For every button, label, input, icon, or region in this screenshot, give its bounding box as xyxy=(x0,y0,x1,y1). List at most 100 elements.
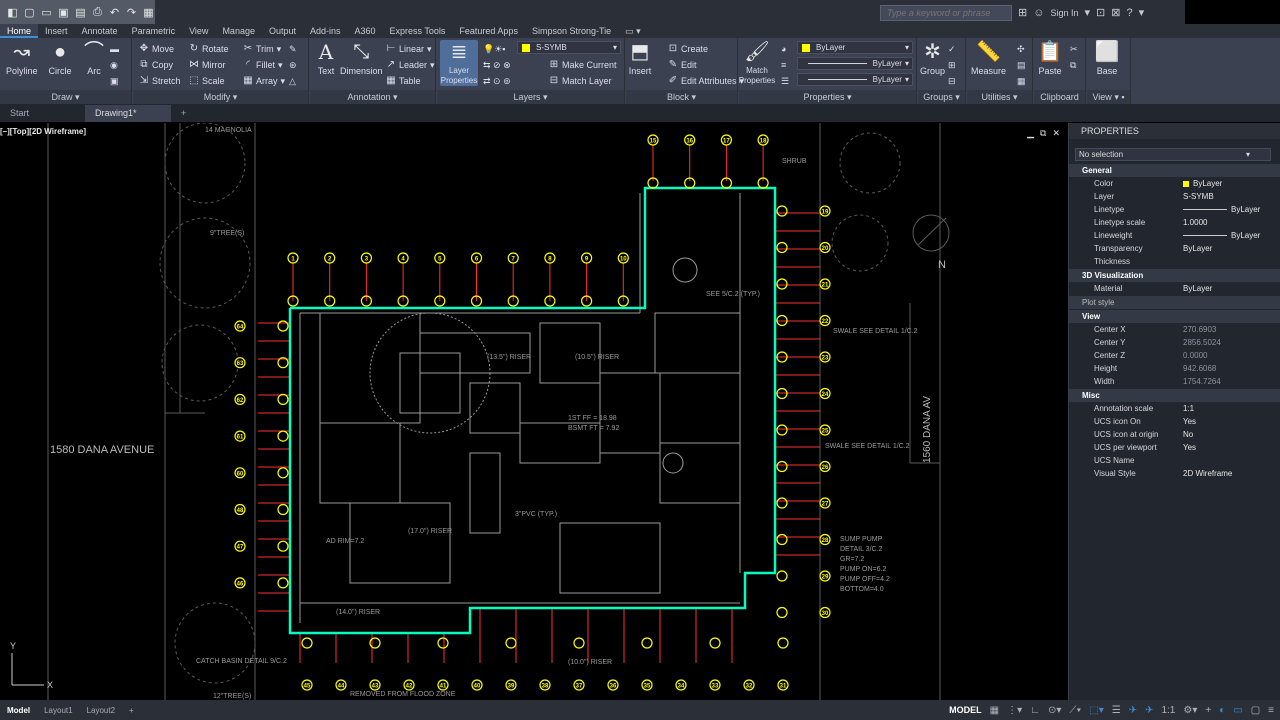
property-row[interactable]: Linetype ByLayer xyxy=(1069,203,1280,216)
isodraft-icon[interactable]: ⟋▾ xyxy=(1069,705,1081,716)
tab-layout2[interactable]: Layout2 xyxy=(80,706,122,715)
chevron-down-icon[interactable]: ▾ xyxy=(1084,6,1090,19)
match-layer-button[interactable]: ⊟ Match Layer xyxy=(549,74,612,88)
view-category[interactable]: View xyxy=(1069,310,1280,323)
annotation-visibility-icon[interactable]: ✈ xyxy=(1145,705,1153,716)
property-row[interactable]: Center Z 0.0000 xyxy=(1069,349,1280,362)
offset-icon[interactable]: △ xyxy=(289,74,296,88)
property-value[interactable]: ByLayer xyxy=(1183,242,1280,255)
property-value[interactable] xyxy=(1183,255,1280,268)
scale-label[interactable]: 1:1 xyxy=(1161,705,1175,716)
edit-block-button[interactable]: ✎ Edit xyxy=(668,58,697,72)
lineweight-toggle-icon[interactable]: ☰ xyxy=(1112,705,1121,716)
modify-panel-title[interactable]: Modify ▾ xyxy=(133,90,308,104)
property-row[interactable]: UCS per viewport Yes xyxy=(1069,441,1280,454)
circle-button[interactable]: ● Circle xyxy=(48,40,72,76)
calculator-icon[interactable]: ▦ xyxy=(1017,74,1026,88)
share-icon[interactable]: ▦ xyxy=(142,5,155,19)
linear-button[interactable]: ⊢ Linear ▾ xyxy=(386,42,432,56)
color-dropdown[interactable]: ByLayer ▾ xyxy=(797,41,913,54)
polar-icon[interactable]: ⊙▾ xyxy=(1048,705,1061,716)
close-icon[interactable]: ✕ xyxy=(1052,128,1060,139)
property-row[interactable]: Transparency ByLayer xyxy=(1069,242,1280,255)
property-value[interactable]: ByLayer xyxy=(1183,203,1280,216)
make-current-button[interactable]: ⊞ Make Current xyxy=(549,58,617,72)
clipboard-panel-title[interactable]: Clipboard xyxy=(1034,90,1085,104)
property-row[interactable]: Material ByLayer xyxy=(1069,282,1280,295)
saveas-icon[interactable]: ▤ xyxy=(74,5,87,19)
tab-drawing1[interactable]: Drawing1* xyxy=(85,105,172,122)
array-button[interactable]: ▦ Array ▾ xyxy=(243,74,285,88)
user-icon[interactable]: ☺ xyxy=(1033,7,1044,19)
ribbon-toggle-icon[interactable]: ▭ ▾ xyxy=(618,24,648,38)
isolate-icon[interactable]: ◐ xyxy=(1219,705,1225,716)
property-value[interactable]: ByLayer xyxy=(1183,282,1280,295)
hatch-icon[interactable]: ◉ xyxy=(110,58,118,72)
customize-icon[interactable]: ≡ xyxy=(1268,705,1274,716)
ortho-icon[interactable]: ∟ xyxy=(1030,705,1040,716)
property-row[interactable]: UCS Name xyxy=(1069,454,1280,467)
paste-button[interactable]: 📋 Paste xyxy=(1038,40,1063,76)
property-row[interactable]: Thickness xyxy=(1069,255,1280,268)
property-row[interactable]: UCS icon at origin No xyxy=(1069,428,1280,441)
property-row[interactable]: Height 942.6068 xyxy=(1069,362,1280,375)
property-value[interactable]: S-SYMB xyxy=(1183,190,1280,203)
tab-parametric[interactable]: Parametric xyxy=(125,24,183,38)
stretch-button[interactable]: ⇲ Stretch xyxy=(139,74,181,88)
move-button[interactable]: ✥ Move xyxy=(139,42,174,56)
property-value[interactable]: 2856.5024 xyxy=(1183,336,1280,349)
scale-button[interactable]: ⬚ Scale xyxy=(189,74,224,88)
misc-category[interactable]: Misc xyxy=(1069,389,1280,402)
measure-button[interactable]: 📏 Measure xyxy=(971,40,1006,76)
property-row[interactable]: Lineweight ByLayer xyxy=(1069,229,1280,242)
property-value[interactable] xyxy=(1183,454,1280,467)
model-space-button[interactable]: MODEL xyxy=(949,705,982,715)
chevron-down-icon[interactable]: ▾ xyxy=(1139,6,1145,19)
snap-icon[interactable]: ⋮▾ xyxy=(1007,705,1022,716)
polyline-button[interactable]: ↝ Polyline xyxy=(6,40,38,76)
property-row[interactable]: UCS icon On Yes xyxy=(1069,415,1280,428)
block-panel-title[interactable]: Block ▾ xyxy=(626,90,737,104)
tab-manage[interactable]: Manage xyxy=(215,24,262,38)
id-point-icon[interactable]: ✣ xyxy=(1017,42,1025,56)
add-layout-icon[interactable]: + xyxy=(122,706,141,715)
property-value[interactable]: Yes xyxy=(1183,441,1280,454)
trim-button[interactable]: ✂ Trim ▾ xyxy=(243,42,281,56)
viz-category[interactable]: 3D Visualization xyxy=(1069,269,1280,282)
undo-icon[interactable]: ↶ xyxy=(108,5,121,19)
annotation-scale-icon[interactable]: ✈ xyxy=(1129,705,1137,716)
line-tool-icon[interactable]: ▬ xyxy=(110,42,119,56)
copy-clip-icon[interactable]: ⧉ xyxy=(1070,58,1076,72)
clean-screen-icon[interactable]: ▢ xyxy=(1251,705,1260,716)
tab-home[interactable]: Home xyxy=(0,24,39,38)
tab-express-tools[interactable]: Express Tools xyxy=(383,24,453,38)
help-icon[interactable]: ? xyxy=(1126,7,1132,19)
quick-select-icon[interactable]: ▤ xyxy=(1017,58,1026,72)
selection-dropdown[interactable]: No selection ▾ xyxy=(1075,148,1271,161)
table-button[interactable]: ▦ Table xyxy=(386,74,420,88)
gear-icon[interactable]: ⚙▾ xyxy=(1183,705,1197,716)
tab-layout1[interactable]: Layout1 xyxy=(37,706,79,715)
cut-icon[interactable]: ✂ xyxy=(1070,42,1078,56)
tab-a360[interactable]: A360 xyxy=(348,24,383,38)
cart-icon[interactable]: ⊡ xyxy=(1096,6,1105,19)
explode-icon[interactable]: ⊛ xyxy=(289,58,297,72)
property-row[interactable]: Layer S-SYMB xyxy=(1069,190,1280,203)
save-icon[interactable]: ▣ xyxy=(57,5,70,19)
minimize-icon[interactable]: ▁ xyxy=(1027,128,1034,139)
lineweight-dropdown[interactable]: ByLayer ▾ xyxy=(797,73,913,86)
property-row[interactable]: Center X 270.6903 xyxy=(1069,323,1280,336)
draw-panel-title[interactable]: Draw ▾ xyxy=(0,90,131,104)
groups-panel-title[interactable]: Groups ▾ xyxy=(918,90,965,104)
utilities-panel-title[interactable]: Utilities ▾ xyxy=(967,90,1032,104)
tab-featured-apps[interactable]: Featured Apps xyxy=(452,24,525,38)
layers-panel-title[interactable]: Layers ▾ xyxy=(437,90,624,104)
property-row[interactable]: Linetype scale 1.0000 xyxy=(1069,216,1280,229)
layer-tools-icons[interactable]: ⇆ ⊘ ⊗ xyxy=(483,58,511,72)
fillet-button[interactable]: ◜ Fillet ▾ xyxy=(243,58,282,72)
properties-panel-title[interactable]: Properties ▾ xyxy=(739,90,916,104)
layer-state-icons[interactable]: 💡☀▪ xyxy=(483,42,505,56)
property-row[interactable]: Color ByLayer xyxy=(1069,177,1280,190)
tab-simpson[interactable]: Simpson Strong-Tie xyxy=(525,24,618,38)
tab-insert[interactable]: Insert xyxy=(38,24,75,38)
